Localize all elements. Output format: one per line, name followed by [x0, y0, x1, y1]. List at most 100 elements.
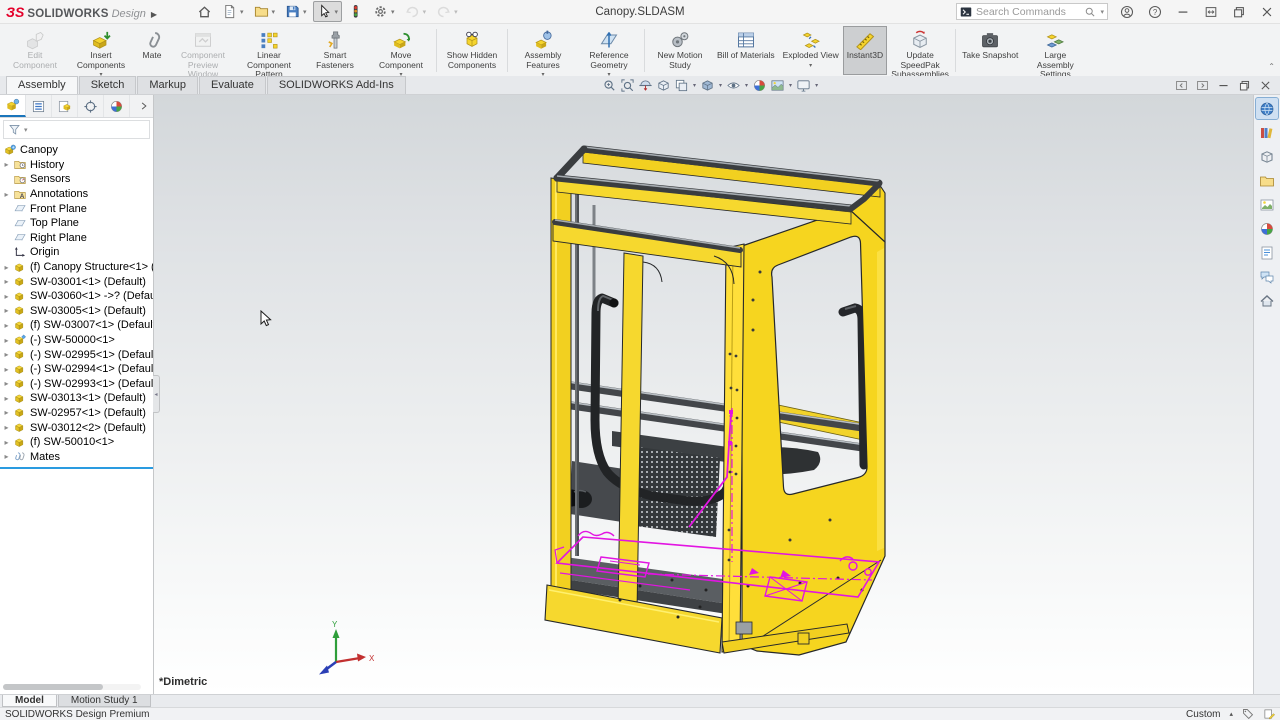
tree-horizontal-scrollbar[interactable] [3, 684, 141, 690]
bottom-tab-model[interactable]: Model [2, 695, 57, 707]
taskpane-solidworks-forum-button[interactable] [1256, 266, 1278, 287]
tags-icon[interactable] [1242, 708, 1254, 720]
tree-item[interactable]: ▸(f) Canopy Structure<1> (Part2<A [0, 260, 153, 275]
section-view-button[interactable] [638, 78, 653, 93]
home-button[interactable] [193, 1, 216, 22]
panel-tab-property-manager[interactable] [26, 95, 52, 117]
panel-tab-configuration-manager[interactable] [52, 95, 78, 117]
expand-arrow-icon[interactable]: ▸ [0, 306, 13, 315]
ribbon-button-mate[interactable]: Mate [134, 26, 170, 75]
next-document-button[interactable] [1196, 79, 1209, 92]
expand-arrow-icon[interactable]: ▸ [0, 365, 13, 374]
tree-item[interactable]: Origin [0, 245, 153, 260]
expand-arrow-icon[interactable]: ▸ [0, 321, 13, 330]
tree-filter-input[interactable]: ▾ [3, 120, 150, 139]
search-scope-icon[interactable] [960, 6, 972, 18]
tree-item[interactable]: ▸SW-03001<1> (Default) [0, 274, 153, 289]
taskpane-design-library-button[interactable] [1256, 122, 1278, 143]
expand-arrow-icon[interactable]: ▸ [0, 452, 13, 461]
taskpane-solidworks-resources-button[interactable] [1256, 98, 1278, 119]
tree-item[interactable]: ▸(-) SW-02993<1> (Default) [0, 377, 153, 392]
logo-flyout-icon[interactable]: ▶ [151, 10, 157, 19]
tab-assembly[interactable]: Assembly [6, 76, 78, 94]
dropdown-caret-icon[interactable]: ▾ [809, 62, 812, 72]
dropdown-caret-icon[interactable]: ▾ [789, 82, 792, 89]
expand-arrow-icon[interactable]: ▸ [0, 394, 13, 403]
dropdown-caret-icon[interactable]: ▾ [719, 82, 722, 89]
search-caret-icon[interactable]: ▾ [1100, 8, 1104, 16]
edit-status-icon[interactable] [1263, 708, 1275, 720]
dropdown-caret-icon[interactable]: ▾ [335, 8, 339, 16]
units-selector[interactable]: Custom [1186, 709, 1220, 720]
search-icon[interactable] [1084, 6, 1096, 18]
expand-arrow-icon[interactable]: ▸ [0, 350, 13, 359]
view-orientation-button[interactable] [656, 78, 671, 93]
close-document-button[interactable] [1259, 79, 1272, 92]
taskpane-3d-content-button[interactable] [1256, 146, 1278, 167]
expand-arrow-icon[interactable]: ▸ [0, 263, 13, 272]
dropdown-caret-icon[interactable]: ▾ [423, 8, 427, 16]
previous-document-button[interactable] [1175, 79, 1188, 92]
minimize-window-button[interactable] [1176, 5, 1190, 19]
3d-model-canopy[interactable]: Y X [154, 95, 1253, 694]
options-button[interactable]: ▾ [369, 1, 399, 22]
help-button[interactable]: ? [1148, 5, 1162, 19]
tree-item[interactable]: ▸(-) SW-02994<1> (Default) [0, 362, 153, 377]
dropdown-caret-icon[interactable]: ▾ [745, 82, 748, 89]
tab-evaluate[interactable]: Evaluate [199, 76, 266, 94]
standard-views-button[interactable] [674, 78, 689, 93]
expand-arrow-icon[interactable]: ▸ [0, 160, 13, 169]
tab-solidworks-add-ins[interactable]: SOLIDWORKS Add-Ins [267, 76, 406, 94]
restore-document-button[interactable] [1238, 79, 1251, 92]
new-document-button[interactable]: ▾ [218, 1, 248, 22]
ribbon-button-instant3d[interactable]: Instant3D [843, 26, 887, 75]
panel-tab-dimxpert-manager[interactable] [78, 95, 104, 117]
dropdown-caret-icon[interactable]: ▾ [272, 8, 276, 16]
units-caret-icon[interactable]: ▴ [1229, 710, 1233, 718]
ribbon-button-large-assembly[interactable]: Large Assembly Settings [1022, 26, 1088, 75]
dropdown-caret-icon[interactable]: ▾ [693, 82, 696, 89]
ribbon-button-exploded-view[interactable]: Exploded View▾ [779, 26, 843, 75]
expand-arrow-icon[interactable]: ▸ [0, 438, 13, 447]
ribbon-button-reference-geometry[interactable]: Reference Geometry▾ [576, 26, 642, 75]
redo-button[interactable]: ▾ [432, 1, 462, 22]
expand-arrow-icon[interactable]: ▸ [0, 379, 13, 388]
panel-tabs-overflow[interactable] [135, 95, 153, 117]
scrollbar-thumb[interactable] [3, 684, 103, 690]
open-document-button[interactable]: ▾ [250, 1, 280, 22]
taskpane-file-explorer-button[interactable] [1256, 170, 1278, 191]
tree-item[interactable]: Right Plane [0, 231, 153, 246]
dropdown-caret-icon[interactable]: ▾ [240, 8, 244, 16]
apply-scene-button[interactable] [770, 78, 785, 93]
minimize-document-button[interactable] [1217, 79, 1230, 92]
tab-markup[interactable]: Markup [137, 76, 198, 94]
search-commands-input[interactable]: Search Commands ▾ [956, 3, 1108, 20]
tree-item[interactable]: ▸Mates [0, 449, 153, 464]
tree-item[interactable]: ▸(-) SW-50000<1> [0, 333, 153, 348]
hide-show-items-button[interactable] [726, 78, 741, 93]
tree-item[interactable]: ▸(f) SW-03007<1> (Default) [0, 318, 153, 333]
dropdown-caret-icon[interactable]: ▾ [454, 8, 458, 16]
ribbon-button-speedpak[interactable]: Update SpeedPak Subassemblies [887, 26, 953, 75]
tree-item[interactable]: Sensors [0, 172, 153, 187]
tree-item[interactable]: Top Plane [0, 216, 153, 231]
tree-item[interactable]: ▸History [0, 158, 153, 173]
bottom-tab-motion-study-1[interactable]: Motion Study 1 [58, 695, 151, 707]
ribbon-button-linear-pattern[interactable]: Linear Component Pattern▾ [236, 26, 302, 75]
tab-sketch[interactable]: Sketch [79, 76, 137, 94]
dropdown-caret-icon[interactable]: ▾ [815, 82, 818, 89]
expand-arrow-icon[interactable]: ▸ [0, 190, 13, 199]
undo-button[interactable]: ▾ [401, 1, 431, 22]
ribbon-button-snapshot[interactable]: Take Snapshot [958, 26, 1022, 75]
ribbon-button-bom[interactable]: Bill of Materials [713, 26, 779, 75]
panel-splitter-handle[interactable]: ◂ [153, 375, 160, 413]
expand-arrow-icon[interactable]: ▸ [0, 277, 13, 286]
restore-window-button[interactable] [1232, 5, 1246, 19]
panel-tab-display-manager[interactable] [104, 95, 130, 117]
tree-item[interactable]: Canopy [0, 143, 153, 158]
taskpane-view-palette-button[interactable] [1256, 194, 1278, 215]
tree-item[interactable]: ▸SW-03012<2> (Default) [0, 420, 153, 435]
taskpane-appearances-scenes-button[interactable] [1256, 218, 1278, 239]
taskpane-custom-properties-button[interactable] [1256, 242, 1278, 263]
close-window-button[interactable] [1260, 5, 1274, 19]
